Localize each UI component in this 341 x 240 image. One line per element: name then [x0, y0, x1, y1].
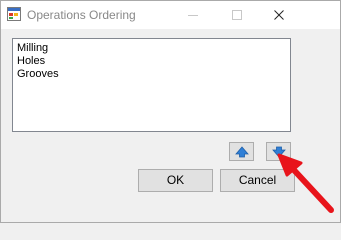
- arrow-up-icon: [235, 146, 249, 158]
- title-bar[interactable]: Operations Ordering: [1, 1, 340, 29]
- move-up-button[interactable]: [229, 142, 254, 161]
- window-title: Operations Ordering: [27, 8, 136, 22]
- list-item[interactable]: Milling: [17, 42, 48, 55]
- minimize-button[interactable]: [171, 1, 215, 29]
- dialog-window: Operations Ordering Milling Holes Groove…: [0, 0, 341, 223]
- list-item[interactable]: Holes: [17, 55, 45, 68]
- close-button[interactable]: [257, 1, 301, 29]
- ok-button[interactable]: OK: [138, 169, 213, 192]
- operations-listbox[interactable]: Milling Holes Grooves: [12, 38, 291, 132]
- red-pointer-arrow-icon: [277, 153, 334, 213]
- maximize-button[interactable]: [215, 1, 259, 29]
- list-item[interactable]: Grooves: [17, 68, 59, 81]
- close-icon: [274, 10, 284, 20]
- app-window-icon: [7, 7, 21, 21]
